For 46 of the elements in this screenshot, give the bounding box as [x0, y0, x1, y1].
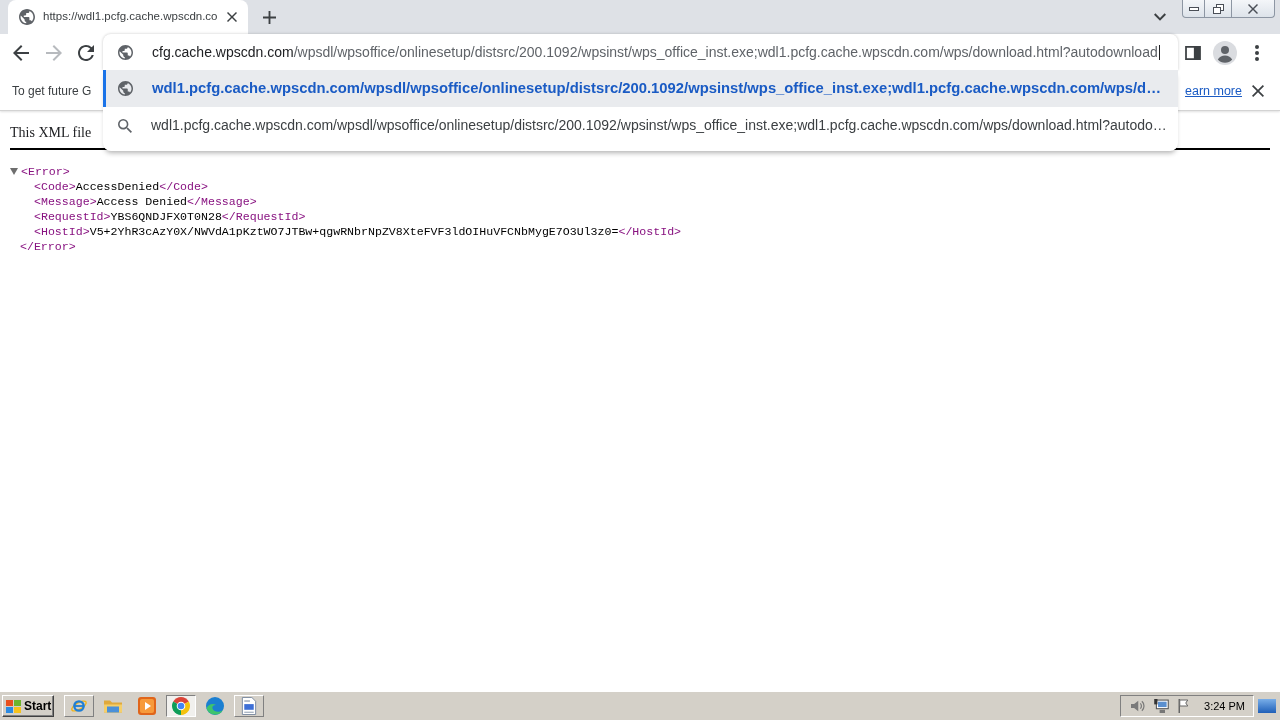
- xml-line: </Error>: [20, 240, 76, 253]
- kebab-menu-icon[interactable]: [1255, 45, 1259, 61]
- start-button[interactable]: Start: [2, 695, 54, 717]
- flag-icon[interactable]: [1178, 699, 1190, 713]
- taskbar-button[interactable]: [166, 695, 196, 717]
- swirl-logo-icon: [206, 697, 224, 715]
- xml-line: <Code>AccessDenied</Code>: [33, 179, 209, 194]
- expand-triangle-icon[interactable]: [10, 168, 18, 175]
- flag-logo-icon: [6, 699, 21, 713]
- xml-line: <RequestId>YBS6QNDJFX0T0N28</RequestId>: [33, 209, 307, 224]
- close-icon: [1248, 3, 1258, 14]
- new-tab-icon[interactable]: [263, 10, 276, 24]
- close-icon[interactable]: [227, 12, 237, 22]
- reload-icon[interactable]: [78, 45, 94, 61]
- xml-line: <Message>Access Denied</Message>: [33, 194, 258, 209]
- minimize-icon: [1188, 6, 1199, 11]
- document-icon: [240, 697, 258, 715]
- restore-icon: [1212, 3, 1224, 14]
- search-icon: [118, 118, 132, 133]
- speaker-icon[interactable]: [1131, 700, 1146, 712]
- globe-icon: [118, 81, 133, 96]
- xml-line: <Error>: [21, 164, 70, 179]
- restore-button[interactable]: [1205, 0, 1232, 18]
- round-logo-icon: [172, 697, 190, 715]
- info-link[interactable]: earn more: [1185, 81, 1242, 101]
- close-button[interactable]: [1232, 0, 1275, 18]
- xml-line: <HostId>V5+2YhR3cAzY0X/NWVdA1pKztWO7JTBw+qgwRNbrNpZV8XteFVF3ldOIHuVFCNbMygE7O3Ul3z0=</HostId>: [33, 224, 683, 239]
- suggestion-item[interactable]: wdl1.pcfg.cache.wpscdn.com/wpsdl/wpsoffice/onlinesetup/distsrc/200.1092/wpsinst/wps_office_inst.exe;wdl1.pcfg.cache.wpscdn.com/wps/download.html?autodo…: [103, 107, 1178, 144]
- info-message: To get future G: [12, 83, 92, 100]
- chevron-down-icon[interactable]: [1154, 13, 1166, 21]
- browser-tab[interactable]: https://wdl1.pcfg.cache.wpscdn.co: [8, 0, 248, 34]
- back-arrow-icon[interactable]: [13, 45, 29, 61]
- browser-e-icon: [70, 697, 88, 715]
- avatar-icon[interactable]: [1213, 41, 1237, 65]
- minimize-button[interactable]: [1182, 0, 1205, 18]
- side-panel-icon[interactable]: [1185, 46, 1201, 60]
- play-tile-icon: [138, 697, 156, 715]
- globe-icon: [19, 9, 35, 25]
- globe-icon: [118, 44, 133, 60]
- close-icon[interactable]: [1252, 85, 1264, 97]
- clock-text: 3:24 PM: [1204, 698, 1245, 714]
- header-text: This XML file: [10, 125, 92, 140]
- show-desktop-icon[interactable]: [1258, 699, 1276, 713]
- suggestion-item[interactable]: wdl1.pcfg.cache.wpscdn.com/wpsdl/wpsoffice/onlinesetup/distsrc/200.1092/wpsinst/wps_office_inst.exe;wdl1.pcfg.cache.wpscdn.com/wps/d…: [103, 70, 1178, 107]
- address-field[interactable]: cfg.cache.wpscdn.com/wpsdl/wpsoffice/onlinesetup/distsrc/200.1092/wpsinst/wps_office_inst.exe;wdl1.pcfg.cache.wpscdn.com/wps/download.html?autodownload: [103, 34, 1178, 70]
- network-icon[interactable]: [1154, 699, 1170, 713]
